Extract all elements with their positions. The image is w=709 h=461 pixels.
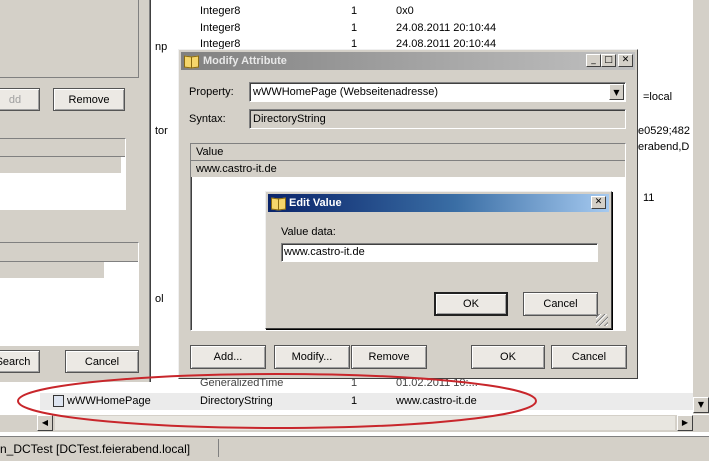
annotation-ellipse (17, 373, 537, 429)
